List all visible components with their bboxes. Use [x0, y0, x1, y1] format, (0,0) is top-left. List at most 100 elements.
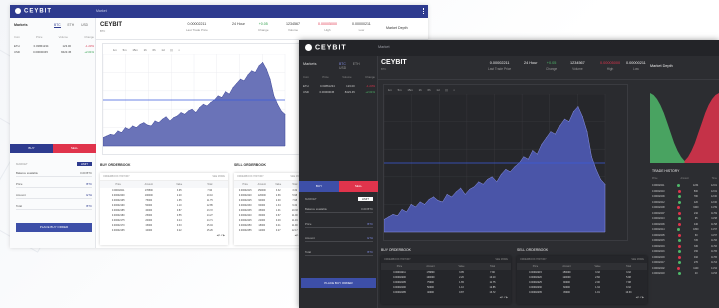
volume: 8423.45 [344, 90, 355, 94]
column-header[interactable]: Amount [134, 183, 165, 186]
trade-row[interactable]: 0.00002218 40 11:53 [652, 272, 717, 275]
interval-1d[interactable]: 1d [161, 48, 164, 52]
candles-icon[interactable]: ||| [445, 88, 447, 92]
trade-row[interactable]: 0.00002211 1234 12:01 [652, 184, 717, 187]
market-row[interactable]: ETH 0.03861234 123.00 -1.23% [14, 44, 94, 48]
pagination[interactable]: ◀ 1 2 ▶ [234, 233, 306, 238]
column-header[interactable]: Price [237, 183, 254, 186]
app-logo[interactable]: CEYBIT [305, 44, 347, 51]
trade-row[interactable]: 0.00002203 910 11:55 [652, 255, 717, 259]
interval-15m[interactable]: 15m [132, 48, 137, 52]
order-type-market[interactable]: MARKET [305, 197, 317, 201]
trade-amount: 440 [693, 222, 698, 226]
pagination[interactable]: ◀ 1 2 ▶ [517, 295, 647, 300]
column-header[interactable]: Coin [14, 35, 20, 39]
price-field[interactable]: Price BTC [16, 182, 92, 188]
menu-icon[interactable] [423, 8, 425, 14]
column-header[interactable]: Value [164, 183, 195, 186]
orderbook-cell: 14.27 [206, 214, 213, 217]
column-header[interactable]: Price [36, 35, 42, 39]
column-header[interactable]: Volume [342, 75, 351, 79]
trade-row[interactable]: 0.00002214 1800 11:57 [652, 228, 717, 231]
market-row[interactable]: ETH 0.03861234 123.00 -1.23% [303, 84, 375, 88]
price-field[interactable]: Price BTC [305, 222, 373, 228]
price-chart[interactable]: 1m 5m 15m 1h 6h 1d ||| ⌖ [102, 43, 308, 155]
pagination[interactable]: ◀ 1 2 ▶ [100, 233, 228, 238]
interval-15m[interactable]: 15m [407, 88, 412, 92]
tab-usd[interactable]: USD [339, 66, 346, 70]
total-field[interactable]: Total BTC [16, 204, 92, 210]
amount-field[interactable]: Amount ETH [305, 236, 373, 242]
interval-1m[interactable]: 1m [388, 88, 392, 92]
see-more-link[interactable]: SEE MORE [212, 175, 225, 178]
trade-row[interactable]: 0.00002202 1100 11:54 [652, 266, 717, 270]
interval-1d[interactable]: 1d [436, 88, 439, 92]
total-field[interactable]: Total BTC [305, 250, 373, 256]
app-logo[interactable]: CEYBIT [15, 8, 52, 15]
trade-row[interactable]: 0.00002207 210 11:59 [652, 211, 717, 215]
trade-row[interactable]: 0.00002213 95 11:58 [652, 217, 717, 220]
crosshair-icon[interactable]: ⌖ [178, 48, 180, 52]
place-order-button[interactable]: PLACE BUY ORDER [301, 278, 376, 288]
tab-eth[interactable]: ETH [68, 23, 75, 27]
trade-row[interactable]: 0.00002212 120 12:00 [652, 200, 717, 204]
buy-tab[interactable]: BUY [10, 144, 53, 153]
column-header[interactable]: Value [446, 265, 477, 268]
see-more-link[interactable]: SEE MORE [495, 258, 508, 261]
interval-6h[interactable]: 6h [152, 48, 155, 52]
column-header[interactable]: Amount [680, 177, 688, 180]
interval-5m[interactable]: 5m [398, 88, 402, 92]
interval-5m[interactable]: 5m [123, 48, 127, 52]
order-type-limit[interactable]: LIMIT [357, 197, 373, 201]
column-header[interactable]: Amount [551, 265, 582, 268]
trade-row[interactable]: 0.00002205 60 11:57 [652, 233, 717, 237]
amount-field[interactable]: Amount ETH [16, 193, 92, 199]
order-type-limit[interactable]: LIMIT [76, 162, 92, 166]
column-header[interactable]: Total [613, 265, 644, 268]
candles-icon[interactable]: ||| [170, 48, 172, 52]
price-chart[interactable]: 1m 5m 15m 1h 6h 1d ||| ⌖ [383, 84, 628, 241]
trade-row[interactable]: 0.00002215 720 11:56 [652, 239, 717, 242]
trade-row[interactable]: 0.00002204 330 11:56 [652, 244, 717, 248]
column-header[interactable]: Time [712, 177, 717, 180]
crosshair-icon[interactable]: ⌖ [453, 88, 455, 92]
column-header[interactable]: Total [195, 183, 226, 186]
trade-row[interactable]: 0.00002208 3400 11:59 [652, 206, 717, 209]
market-row[interactable]: USD 0.00000045 8423.45 +2.01% [303, 90, 375, 94]
column-header[interactable]: Price [520, 265, 551, 268]
column-header[interactable]: Amount [415, 265, 446, 268]
trade-row[interactable]: 0.00002206 440 11:58 [652, 222, 717, 226]
column-header[interactable]: Price [103, 183, 134, 186]
trade-row[interactable]: 0.00002210 500 12:01 [652, 189, 717, 193]
column-header[interactable]: Amount [254, 183, 271, 186]
trade-row[interactable]: 0.00002216 150 11:55 [652, 250, 717, 253]
column-header[interactable]: Price [652, 177, 657, 180]
trade-row[interactable]: 0.00002217 270 11:54 [652, 261, 717, 264]
column-header[interactable]: Price [384, 265, 415, 268]
buy-tab[interactable]: BUY [299, 181, 339, 192]
column-header[interactable]: Change [84, 35, 94, 39]
tab-eth[interactable]: ETH [353, 62, 360, 66]
interval-1m[interactable]: 1m [113, 48, 117, 52]
see-more-link[interactable]: SEE MORE [631, 258, 644, 261]
pagination[interactable]: ◀ 1 2 ▶ [381, 295, 511, 300]
sell-tab[interactable]: SELL [339, 181, 378, 192]
column-header[interactable]: Price [322, 75, 328, 79]
trade-row[interactable]: 0.00002209 780 12:00 [652, 195, 717, 198]
column-header[interactable]: Change [365, 75, 375, 79]
place-order-button[interactable]: PLACE BUY ORDER [16, 223, 92, 232]
sell-tab[interactable]: SELL [53, 144, 96, 153]
column-header[interactable]: Total [477, 265, 508, 268]
column-header[interactable]: Value [582, 265, 613, 268]
order-type-market[interactable]: MARKET [16, 162, 28, 166]
column-header[interactable]: Value [270, 183, 287, 186]
interval-6h[interactable]: 6h [427, 88, 430, 92]
column-header[interactable]: Volume [59, 35, 68, 39]
column-header[interactable]: Coin [303, 75, 309, 79]
interval-1h[interactable]: 1h [144, 48, 147, 52]
tab-usd[interactable]: USD [81, 23, 88, 27]
orderbook-cell: 11.75 [489, 281, 496, 284]
interval-1h[interactable]: 1h [419, 88, 422, 92]
tab-btc[interactable]: BTC [54, 23, 61, 28]
market-row[interactable]: USD 0.00000045 8423.45 +2.01% [14, 50, 94, 54]
